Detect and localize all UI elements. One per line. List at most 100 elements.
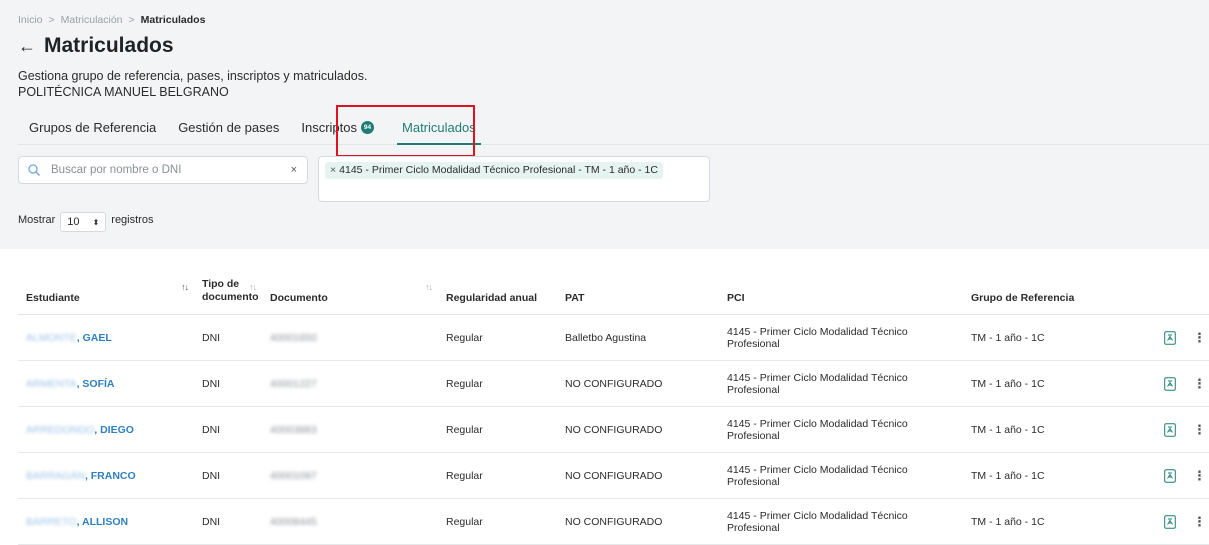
- column-header-regularity: Regularidad anual: [438, 256, 557, 315]
- student-surname: ARREDONDO: [26, 423, 95, 436]
- tab-label: Grupos de Referencia: [29, 120, 157, 135]
- document-cell: 40001227: [262, 360, 438, 407]
- document-cell: 40001650: [262, 314, 438, 361]
- search-icon: [28, 164, 40, 176]
- column-header-pci: PCI: [719, 256, 963, 315]
- search-input[interactable]: [49, 163, 291, 177]
- student-link[interactable]: ARMENTA, SOFÍA: [26, 378, 114, 390]
- pci-cell: 4145 - Primer Ciclo Modalidad Técnico Pr…: [719, 498, 963, 545]
- page-size-value: 10: [67, 216, 80, 228]
- column-header-student[interactable]: Estudiante ↑↓: [18, 256, 194, 315]
- sort-icon[interactable]: ↑↓: [425, 282, 433, 292]
- pdf-document-icon[interactable]: [1164, 330, 1176, 345]
- pci-cell: 4145 - Primer Ciclo Modalidad Técnico Pr…: [719, 314, 963, 361]
- student-surname: BARRETO: [26, 515, 77, 528]
- student-cell: ALMONTE, GAEL: [18, 314, 194, 361]
- breadcrumb: Inicio > Matriculación > Matriculados: [18, 14, 205, 26]
- tab-label: Gestión de pases: [178, 120, 280, 135]
- document-number: 40008445: [270, 515, 317, 528]
- doc-type-cell: DNI: [194, 452, 262, 499]
- pdf-document-icon[interactable]: [1164, 514, 1176, 529]
- clear-search-icon[interactable]: ×: [291, 164, 297, 176]
- document-cell: 40001097: [262, 452, 438, 499]
- page-title: Matriculados: [44, 34, 174, 57]
- breadcrumb-separator: >: [128, 14, 135, 26]
- student-surname: ARMENTA: [26, 377, 77, 390]
- student-name: , FRANCO: [84, 469, 136, 482]
- remove-chip-icon[interactable]: ×: [330, 162, 336, 179]
- student-link[interactable]: ALMONTE, GAEL: [26, 332, 112, 344]
- column-header-doc-type[interactable]: Tipo de documento ↑↓: [194, 256, 262, 315]
- actions-cell: ⋮: [1156, 314, 1209, 361]
- document-cell: 40008445: [262, 498, 438, 545]
- pat-cell: NO CONFIGURADO: [557, 360, 719, 407]
- pci-cell: 4145 - Primer Ciclo Modalidad Técnico Pr…: [719, 360, 963, 407]
- regularity-cell: Regular: [438, 452, 557, 499]
- page-size-select[interactable]: 10 ⬍: [60, 212, 107, 232]
- pci-cell: 4145 - Primer Ciclo Modalidad Técnico Pr…: [719, 452, 963, 499]
- pdf-document-icon[interactable]: [1164, 468, 1176, 483]
- table-row: BARRAGÁN, FRANCO DNI 40001097 Regular NO…: [18, 452, 1209, 499]
- breadcrumb-current: Matriculados: [140, 14, 206, 26]
- header-label-line1: Tipo de: [202, 278, 240, 290]
- pdf-document-icon[interactable]: [1164, 422, 1176, 437]
- student-cell: ARREDONDO, DIEGO: [18, 406, 194, 453]
- group-cell: TM - 1 año - 1C: [963, 314, 1156, 361]
- table-row: BARRETO, ALLISON DNI 40008445 Regular NO…: [18, 498, 1209, 545]
- regularity-cell: Regular: [438, 314, 557, 361]
- more-options-icon[interactable]: ⋮: [1193, 376, 1206, 392]
- filter-select[interactable]: × 4145 - Primer Ciclo Modalidad Técnico …: [318, 156, 710, 202]
- student-cell: BARRETO, ALLISON: [18, 498, 194, 545]
- tab-gestion-de-pases[interactable]: Gestión de pases: [167, 110, 290, 144]
- student-cell: BARRAGÁN, FRANCO: [18, 452, 194, 499]
- header-label: Grupo de Referencia: [971, 292, 1075, 304]
- tab-matriculados[interactable]: Matriculados: [391, 110, 487, 145]
- actions-cell: ⋮: [1156, 406, 1209, 453]
- student-surname: BARRAGÁN: [26, 469, 85, 482]
- pat-cell: NO CONFIGURADO: [557, 406, 719, 453]
- back-arrow-icon[interactable]: ←: [18, 37, 36, 55]
- breadcrumb-item-inicio[interactable]: Inicio: [18, 14, 43, 26]
- breadcrumb-separator: >: [48, 14, 55, 26]
- tab-grupos-de-referencia[interactable]: Grupos de Referencia: [18, 110, 167, 144]
- doc-type-cell: DNI: [194, 314, 262, 361]
- student-link[interactable]: ARREDONDO, DIEGO: [26, 424, 134, 436]
- table-row: ARREDONDO, DIEGO DNI 40003883 Regular NO…: [18, 406, 1209, 453]
- more-options-icon[interactable]: ⋮: [1193, 422, 1206, 438]
- page-description-block: Gestiona grupo de referencia, pases, ins…: [18, 68, 367, 100]
- breadcrumb-item-matriculacion[interactable]: Matriculación: [61, 14, 123, 26]
- column-header-group: Grupo de Referencia: [963, 256, 1156, 315]
- header-label-line2: documento: [202, 291, 259, 303]
- more-options-icon[interactable]: ⋮: [1193, 514, 1206, 530]
- student-link[interactable]: BARRAGÁN, FRANCO: [26, 470, 136, 482]
- pat-cell: NO CONFIGURADO: [557, 452, 719, 499]
- student-link[interactable]: BARRETO, ALLISON: [26, 516, 128, 528]
- header-label: Estudiante: [26, 292, 80, 304]
- pci-cell: 4145 - Primer Ciclo Modalidad Técnico Pr…: [719, 406, 963, 453]
- student-surname: ALMONTE: [26, 331, 77, 344]
- more-options-icon[interactable]: ⋮: [1193, 330, 1206, 346]
- page-size-prefix: Mostrar: [18, 214, 56, 226]
- pdf-document-icon[interactable]: [1164, 376, 1176, 391]
- column-header-actions: [1156, 256, 1209, 315]
- group-cell: TM - 1 año - 1C: [963, 498, 1156, 545]
- updown-caret-icon: ⬍: [92, 217, 100, 227]
- group-cell: TM - 1 año - 1C: [963, 360, 1156, 407]
- tab-inscriptos[interactable]: Inscriptos 94: [290, 110, 385, 144]
- doc-type-cell: DNI: [194, 360, 262, 407]
- students-table: Estudiante ↑↓ Tipo de documento ↑↓ Docum…: [18, 256, 1209, 545]
- filter-chip: × 4145 - Primer Ciclo Modalidad Técnico …: [325, 162, 663, 179]
- group-cell: TM - 1 año - 1C: [963, 452, 1156, 499]
- more-options-icon[interactable]: ⋮: [1193, 468, 1206, 484]
- actions-cell: ⋮: [1156, 452, 1209, 499]
- pat-cell: NO CONFIGURADO: [557, 498, 719, 545]
- document-number: 40001227: [270, 377, 317, 390]
- page-size-suffix: registros: [111, 214, 154, 226]
- sort-icon[interactable]: ↑↓: [249, 282, 257, 292]
- institution-name: POLITÉCNICA MANUEL BELGRANO: [18, 85, 229, 99]
- sort-icon[interactable]: ↑↓: [181, 282, 189, 292]
- search-box: ×: [18, 156, 308, 184]
- column-header-document[interactable]: Documento ↑↓: [262, 256, 438, 315]
- filter-chip-label: 4145 - Primer Ciclo Modalidad Técnico Pr…: [339, 164, 658, 176]
- student-name: , ALLISON: [76, 515, 129, 528]
